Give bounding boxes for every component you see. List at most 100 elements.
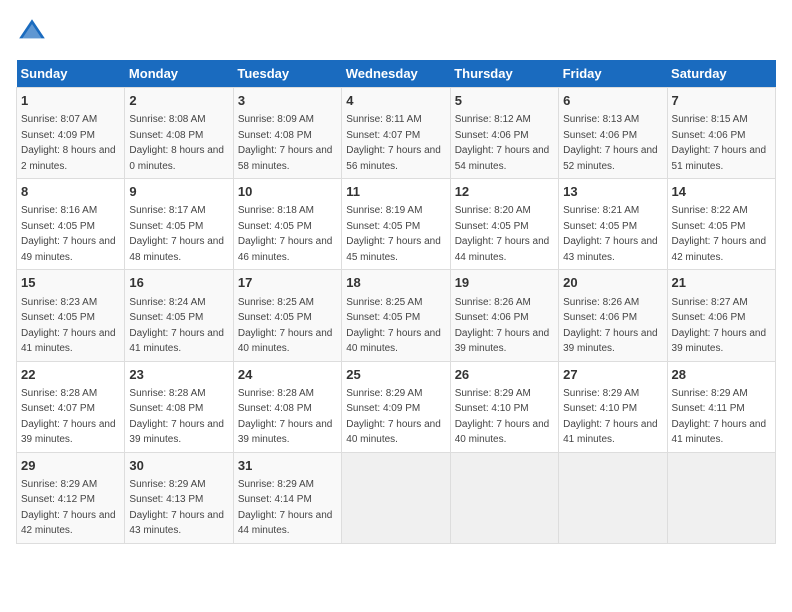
day-info: Sunrise: 8:29 AMSunset: 4:13 PMDaylight:… (129, 479, 224, 537)
day-number: 13 (563, 183, 662, 201)
calendar-cell: 25Sunrise: 8:29 AMSunset: 4:09 PMDayligh… (342, 361, 450, 452)
day-info: Sunrise: 8:27 AMSunset: 4:06 PMDaylight:… (672, 297, 767, 355)
calendar-cell: 1Sunrise: 8:07 AMSunset: 4:09 PMDaylight… (17, 88, 125, 179)
header-thursday: Thursday (450, 60, 558, 88)
calendar-week-row: 8 Sunrise: 8:16 AMSunset: 4:05 PMDaylight… (17, 179, 776, 270)
day-number: 22 (21, 366, 120, 384)
day-number: 29 (21, 457, 120, 475)
day-number: 23 (129, 366, 228, 384)
day-number: 31 (238, 457, 337, 475)
day-number: 15 (21, 274, 120, 292)
calendar-cell: 9 Sunrise: 8:17 AMSunset: 4:05 PMDaylight… (125, 179, 233, 270)
calendar-cell: 29 Sunrise: 8:29 AMSunset: 4:12 PMDayligh… (17, 452, 125, 543)
calendar-cell: 28Sunrise: 8:29 AMSunset: 4:11 PMDayligh… (667, 361, 775, 452)
calendar-cell: 15 Sunrise: 8:23 AMSunset: 4:05 PMDayligh… (17, 270, 125, 361)
day-info: Sunrise: 8:12 AMSunset: 4:06 PMDaylight:… (455, 114, 550, 172)
day-number: 5 (455, 92, 554, 110)
day-info: Sunrise: 8:15 AMSunset: 4:06 PMDaylight:… (672, 114, 767, 172)
calendar-cell: 24 Sunrise: 8:28 AMSunset: 4:08 PMDayligh… (233, 361, 341, 452)
day-info: Sunrise: 8:28 AMSunset: 4:08 PMDaylight:… (129, 388, 224, 446)
calendar-header-row: SundayMondayTuesdayWednesdayThursdayFrid… (17, 60, 776, 88)
calendar-cell: 20 Sunrise: 8:26 AMSunset: 4:06 PMDayligh… (559, 270, 667, 361)
calendar-cell: 4 Sunrise: 8:11 AMSunset: 4:07 PMDaylight… (342, 88, 450, 179)
day-info: Sunrise: 8:13 AMSunset: 4:06 PMDaylight:… (563, 114, 658, 172)
calendar-cell (450, 452, 558, 543)
calendar-cell: 21 Sunrise: 8:27 AMSunset: 4:06 PMDayligh… (667, 270, 775, 361)
day-info: Sunrise: 8:16 AMSunset: 4:05 PMDaylight:… (21, 205, 116, 263)
calendar-week-row: 1Sunrise: 8:07 AMSunset: 4:09 PMDaylight… (17, 88, 776, 179)
calendar-table: SundayMondayTuesdayWednesdayThursdayFrid… (16, 60, 776, 544)
header-tuesday: Tuesday (233, 60, 341, 88)
day-number: 24 (238, 366, 337, 384)
day-number: 17 (238, 274, 337, 292)
header-saturday: Saturday (667, 60, 775, 88)
calendar-cell: 16Sunrise: 8:24 AMSunset: 4:05 PMDayligh… (125, 270, 233, 361)
day-info: Sunrise: 8:25 AMSunset: 4:05 PMDaylight:… (346, 297, 441, 355)
day-number: 6 (563, 92, 662, 110)
day-info: Sunrise: 8:26 AMSunset: 4:06 PMDaylight:… (455, 297, 550, 355)
day-info: Sunrise: 8:26 AMSunset: 4:06 PMDaylight:… (563, 297, 658, 355)
day-number: 2 (129, 92, 228, 110)
day-info: Sunrise: 8:19 AMSunset: 4:05 PMDaylight:… (346, 205, 441, 263)
day-info: Sunrise: 8:28 AMSunset: 4:08 PMDaylight:… (238, 388, 333, 446)
day-number: 11 (346, 183, 445, 201)
day-number: 19 (455, 274, 554, 292)
day-number: 26 (455, 366, 554, 384)
calendar-cell: 19 Sunrise: 8:26 AMSunset: 4:06 PMDayligh… (450, 270, 558, 361)
day-info: Sunrise: 8:18 AMSunset: 4:05 PMDaylight:… (238, 205, 333, 263)
day-number: 9 (129, 183, 228, 201)
day-number: 28 (672, 366, 771, 384)
day-info: Sunrise: 8:17 AMSunset: 4:05 PMDaylight:… (129, 205, 224, 263)
day-info: Sunrise: 8:29 AMSunset: 4:14 PMDaylight:… (238, 479, 333, 537)
day-info: Sunrise: 8:11 AMSunset: 4:07 PMDaylight:… (346, 114, 441, 172)
logo-icon (16, 16, 48, 48)
calendar-cell: 22 Sunrise: 8:28 AMSunset: 4:07 PMDayligh… (17, 361, 125, 452)
header-friday: Friday (559, 60, 667, 88)
header-wednesday: Wednesday (342, 60, 450, 88)
day-info: Sunrise: 8:23 AMSunset: 4:05 PMDaylight:… (21, 297, 116, 355)
day-info: Sunrise: 8:29 AMSunset: 4:10 PMDaylight:… (455, 388, 550, 446)
day-info: Sunrise: 8:28 AMSunset: 4:07 PMDaylight:… (21, 388, 116, 446)
calendar-cell: 8 Sunrise: 8:16 AMSunset: 4:05 PMDaylight… (17, 179, 125, 270)
calendar-cell: 2Sunrise: 8:08 AMSunset: 4:08 PMDaylight… (125, 88, 233, 179)
calendar-cell: 7 Sunrise: 8:15 AMSunset: 4:06 PMDaylight… (667, 88, 775, 179)
day-number: 21 (672, 274, 771, 292)
day-number: 27 (563, 366, 662, 384)
calendar-cell (559, 452, 667, 543)
logo (16, 16, 52, 48)
calendar-cell: 5 Sunrise: 8:12 AMSunset: 4:06 PMDaylight… (450, 88, 558, 179)
day-number: 20 (563, 274, 662, 292)
day-number: 18 (346, 274, 445, 292)
calendar-cell: 3Sunrise: 8:09 AMSunset: 4:08 PMDaylight… (233, 88, 341, 179)
calendar-week-row: 15 Sunrise: 8:23 AMSunset: 4:05 PMDayligh… (17, 270, 776, 361)
day-number: 8 (21, 183, 120, 201)
day-number: 7 (672, 92, 771, 110)
header-monday: Monday (125, 60, 233, 88)
day-number: 4 (346, 92, 445, 110)
day-number: 14 (672, 183, 771, 201)
day-number: 10 (238, 183, 337, 201)
day-number: 1 (21, 92, 120, 110)
day-info: Sunrise: 8:21 AMSunset: 4:05 PMDaylight:… (563, 205, 658, 263)
day-number: 16 (129, 274, 228, 292)
calendar-cell: 6 Sunrise: 8:13 AMSunset: 4:06 PMDaylight… (559, 88, 667, 179)
calendar-cell: 30Sunrise: 8:29 AMSunset: 4:13 PMDayligh… (125, 452, 233, 543)
calendar-cell: 13 Sunrise: 8:21 AMSunset: 4:05 PMDayligh… (559, 179, 667, 270)
calendar-cell: 26 Sunrise: 8:29 AMSunset: 4:10 PMDayligh… (450, 361, 558, 452)
calendar-cell: 18 Sunrise: 8:25 AMSunset: 4:05 PMDayligh… (342, 270, 450, 361)
day-number: 3 (238, 92, 337, 110)
calendar-cell: 12 Sunrise: 8:20 AMSunset: 4:05 PMDayligh… (450, 179, 558, 270)
day-info: Sunrise: 8:25 AMSunset: 4:05 PMDaylight:… (238, 297, 333, 355)
day-info: Sunrise: 8:29 AMSunset: 4:12 PMDaylight:… (21, 479, 116, 537)
calendar-week-row: 22 Sunrise: 8:28 AMSunset: 4:07 PMDayligh… (17, 361, 776, 452)
calendar-cell: 17 Sunrise: 8:25 AMSunset: 4:05 PMDayligh… (233, 270, 341, 361)
day-info: Sunrise: 8:20 AMSunset: 4:05 PMDaylight:… (455, 205, 550, 263)
calendar-week-row: 29 Sunrise: 8:29 AMSunset: 4:12 PMDayligh… (17, 452, 776, 543)
day-number: 12 (455, 183, 554, 201)
page-header (16, 16, 776, 48)
day-info: Sunrise: 8:29 AMSunset: 4:09 PMDaylight:… (346, 388, 441, 446)
calendar-cell: 23 Sunrise: 8:28 AMSunset: 4:08 PMDayligh… (125, 361, 233, 452)
calendar-cell: 14Sunrise: 8:22 AMSunset: 4:05 PMDayligh… (667, 179, 775, 270)
header-sunday: Sunday (17, 60, 125, 88)
calendar-cell: 27Sunrise: 8:29 AMSunset: 4:10 PMDayligh… (559, 361, 667, 452)
